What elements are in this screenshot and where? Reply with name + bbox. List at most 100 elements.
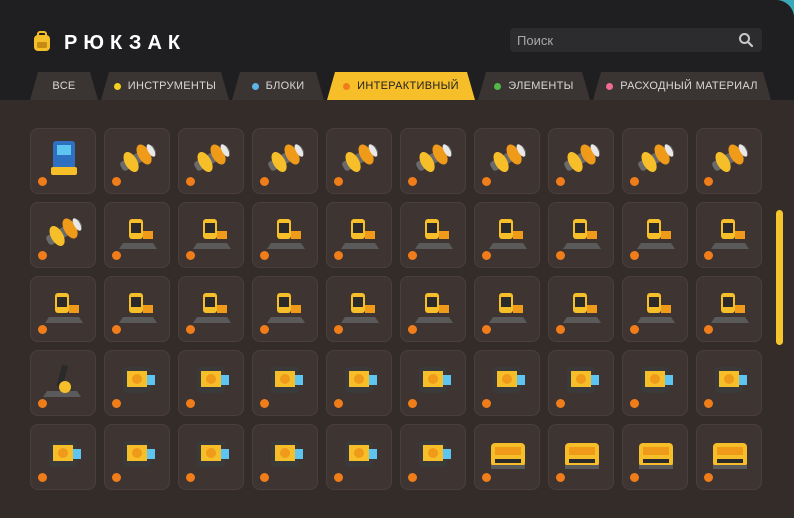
inventory-slot[interactable] (104, 350, 170, 416)
engine-icon (419, 441, 451, 467)
seat-icon (119, 293, 157, 323)
inventory-slot[interactable] (548, 424, 614, 490)
seat-icon (267, 293, 305, 323)
engine-icon (123, 367, 155, 393)
inventory-slot[interactable] (548, 202, 614, 268)
seat-icon (637, 293, 675, 323)
inventory-slot[interactable] (696, 350, 762, 416)
interactive-dot-icon (186, 251, 195, 260)
inventory-slot[interactable] (548, 276, 614, 342)
seat-icon (267, 219, 305, 249)
inventory-slot[interactable] (252, 128, 318, 194)
inventory-slot[interactable] (178, 128, 244, 194)
inventory-slot[interactable] (474, 202, 540, 268)
inventory-slot[interactable] (178, 424, 244, 490)
inventory-slot[interactable] (400, 350, 466, 416)
engine-icon (197, 441, 229, 467)
inventory-slot[interactable] (326, 424, 392, 490)
inventory-slot[interactable] (548, 128, 614, 194)
inventory-slot[interactable] (474, 276, 540, 342)
inventory-grid (30, 128, 770, 518)
interactive-dot-icon (482, 325, 491, 334)
inventory-slot[interactable] (178, 202, 244, 268)
inventory-slot[interactable] (178, 350, 244, 416)
inventory-slot[interactable] (622, 276, 688, 342)
inventory-slot[interactable] (400, 276, 466, 342)
interactive-dot-icon (334, 473, 343, 482)
inventory-slot[interactable] (252, 276, 318, 342)
inventory-slot[interactable] (548, 350, 614, 416)
search-input[interactable] (510, 28, 730, 52)
inventory-slot[interactable] (622, 424, 688, 490)
inventory-slot[interactable] (104, 424, 170, 490)
bearing-icon (342, 144, 378, 172)
tab-label: ВСЕ (52, 80, 76, 92)
page-title: РЮКЗАК (64, 32, 187, 54)
seat-icon (119, 219, 157, 249)
search-box[interactable] (510, 28, 762, 52)
inventory-slot[interactable] (696, 424, 762, 490)
tab-label: БЛОКИ (265, 80, 305, 92)
tank-icon (713, 443, 747, 469)
interactive-dot-icon (556, 251, 565, 260)
interactive-dot-icon (556, 325, 565, 334)
tab-tools[interactable]: ИНСТРУМЕНТЫ (101, 72, 229, 100)
inventory-slot[interactable] (30, 128, 96, 194)
scrollbar-thumb[interactable] (776, 210, 783, 345)
inventory-slot[interactable] (252, 202, 318, 268)
inventory-slot[interactable] (30, 202, 96, 268)
tab-elements[interactable]: ЭЛЕМЕНТЫ (478, 72, 590, 100)
interactive-dot-icon (38, 473, 47, 482)
search-icon[interactable] (738, 32, 754, 48)
inventory-slot[interactable] (30, 424, 96, 490)
interactive-dot-icon (260, 325, 269, 334)
interactive-dot-icon (704, 251, 713, 260)
bearing-icon (638, 144, 674, 172)
tab-all[interactable]: ВСЕ (30, 72, 98, 100)
interactive-dot-icon (556, 177, 565, 186)
inventory-slot[interactable] (400, 128, 466, 194)
inventory-slot[interactable] (326, 202, 392, 268)
inventory-slot[interactable] (622, 128, 688, 194)
inventory-slot[interactable] (30, 350, 96, 416)
engine-icon (419, 367, 451, 393)
category-tabs: ВСЕ ИНСТРУМЕНТЫ БЛОКИ ИНТЕРАКТИВНЫЙ ЭЛЕМ… (0, 72, 794, 102)
inventory-slot[interactable] (622, 350, 688, 416)
inventory-slot[interactable] (474, 424, 540, 490)
tank-icon (565, 443, 599, 469)
engine-icon (567, 367, 599, 393)
bearing-icon (416, 144, 452, 172)
blocks-dot-icon (252, 83, 259, 90)
inventory-slot[interactable] (178, 276, 244, 342)
seat-icon (563, 219, 601, 249)
inventory-slot[interactable] (474, 128, 540, 194)
inventory-slot[interactable] (326, 350, 392, 416)
inventory-slot[interactable] (622, 202, 688, 268)
tab-blocks[interactable]: БЛОКИ (232, 72, 324, 100)
inventory-slot[interactable] (400, 424, 466, 490)
engine-icon (271, 441, 303, 467)
engine-icon (641, 367, 673, 393)
interactive-dot-icon (186, 473, 195, 482)
tab-interactive[interactable]: ИНТЕРАКТИВНЫЙ (327, 72, 475, 100)
inventory-slot[interactable] (252, 424, 318, 490)
inventory-slot[interactable] (104, 276, 170, 342)
inventory-slot[interactable] (474, 350, 540, 416)
inventory-slot[interactable] (104, 128, 170, 194)
inventory-slot[interactable] (252, 350, 318, 416)
tab-label: РАСХОДНЫЙ МАТЕРИАЛ (620, 80, 758, 92)
interactive-dot-icon (482, 473, 491, 482)
inventory-slot[interactable] (104, 202, 170, 268)
interactive-dot-icon (260, 177, 269, 186)
bearing-icon (712, 144, 748, 172)
seat-icon (637, 219, 675, 249)
inventory-slot[interactable] (326, 128, 392, 194)
tab-consumables[interactable]: РАСХОДНЫЙ МАТЕРИАЛ (593, 72, 771, 100)
backpack-panel: РЮКЗАК ВСЕ ИНСТРУМЕНТЫ БЛОКИ ИНТЕРАК (0, 0, 794, 518)
inventory-slot[interactable] (696, 202, 762, 268)
inventory-slot[interactable] (400, 202, 466, 268)
inventory-slot[interactable] (696, 128, 762, 194)
inventory-slot[interactable] (30, 276, 96, 342)
inventory-slot[interactable] (326, 276, 392, 342)
inventory-slot[interactable] (696, 276, 762, 342)
